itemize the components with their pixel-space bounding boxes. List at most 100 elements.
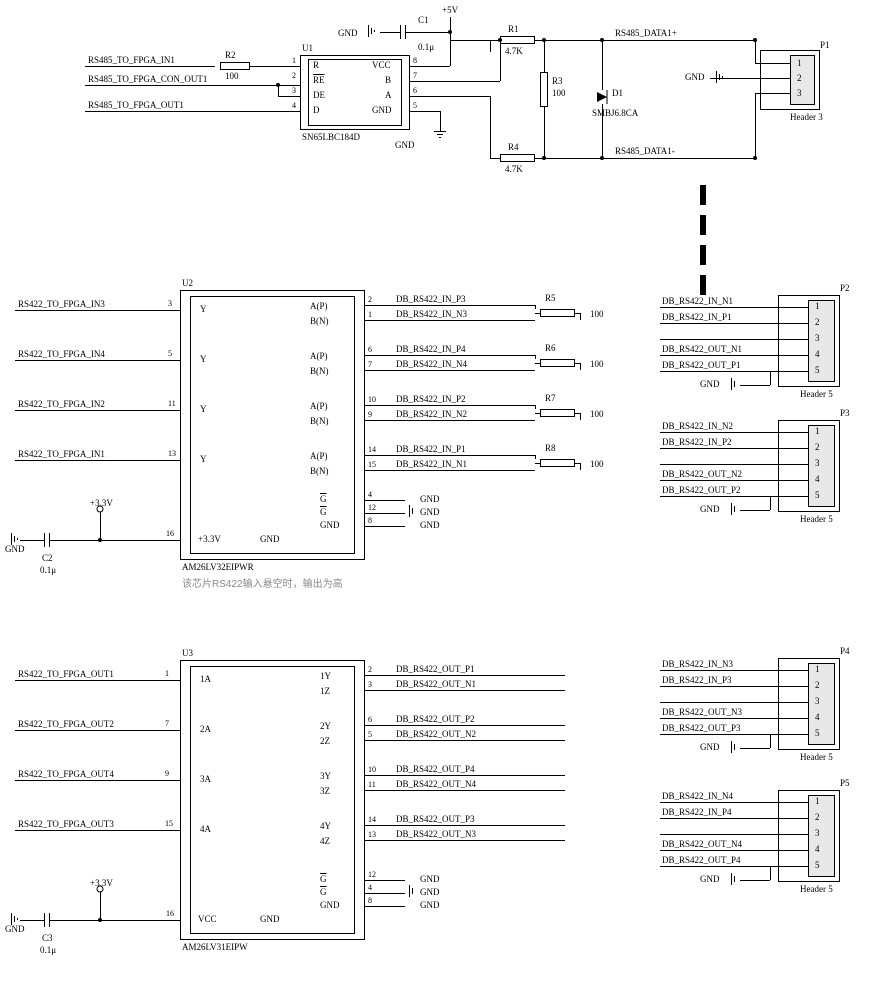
gnd-c3: GND xyxy=(5,924,25,934)
pin-number: 13 xyxy=(168,449,176,458)
header-box xyxy=(808,663,835,745)
pin-label: B(N) xyxy=(310,366,329,376)
wire xyxy=(660,464,808,465)
net-label: DB_RS422_IN_P4 xyxy=(396,344,466,354)
gnd-symbol xyxy=(731,873,741,885)
wire xyxy=(660,850,808,851)
wire xyxy=(365,790,565,791)
net-rs485-out1: RS485_TO_FPGA_OUT1 xyxy=(88,100,184,110)
gnd-symbol xyxy=(731,378,741,390)
header-pin: 3 xyxy=(815,458,820,468)
net-label: DB_RS422_IN_N3 xyxy=(396,309,467,319)
header-pin: 5 xyxy=(815,860,820,870)
wire xyxy=(660,432,808,433)
net-label: RS422_TO_FPGA_IN3 xyxy=(18,299,105,309)
resistor-r2 xyxy=(220,62,250,70)
pin-label: 4A xyxy=(200,824,211,834)
pin-number: 5 xyxy=(168,349,172,358)
header-pin: 5 xyxy=(815,365,820,375)
net-label: DB_RS422_OUT_N4 xyxy=(662,839,742,849)
net-label: GND xyxy=(420,900,440,910)
header-box xyxy=(808,795,835,877)
pin-label: B(N) xyxy=(310,466,329,476)
pin-number: 2 xyxy=(368,295,372,304)
wire xyxy=(100,540,180,541)
resistor-ref: R7 xyxy=(545,393,556,403)
header-pin: 5 xyxy=(815,728,820,738)
net-label: DB_RS422_OUT_P4 xyxy=(662,855,741,865)
junction xyxy=(448,30,452,34)
wire xyxy=(660,834,808,835)
u1-pin1-num: 1 xyxy=(292,56,296,65)
pin-label: 4Z xyxy=(320,836,330,846)
u3-vcc-label: VCC xyxy=(198,914,217,924)
gnd-symbol xyxy=(409,505,419,517)
junction xyxy=(498,38,502,42)
gnd-c2: GND xyxy=(5,544,25,554)
wire xyxy=(544,40,545,72)
wire xyxy=(50,540,100,541)
pin-number: 15 xyxy=(368,460,376,469)
wire xyxy=(660,718,808,719)
wire xyxy=(580,363,581,370)
wire xyxy=(365,320,535,321)
wire xyxy=(535,413,540,414)
header-part: Header 5 xyxy=(800,752,833,762)
wire xyxy=(740,880,770,881)
pin-number: 7 xyxy=(368,360,372,369)
pin-label: G xyxy=(320,887,327,897)
resistor xyxy=(540,459,575,467)
net-rs485-in1: RS485_TO_FPGA_IN1 xyxy=(88,55,175,65)
r2-val: 100 xyxy=(225,71,239,81)
resistor xyxy=(540,409,575,417)
header-pin: 1 xyxy=(815,796,820,806)
wire xyxy=(100,512,101,540)
u1-pin2-num: 2 xyxy=(292,71,296,80)
wire xyxy=(535,313,540,314)
wire xyxy=(85,85,300,86)
pin-number: 1 xyxy=(165,669,169,678)
u1-pin6-name: A xyxy=(385,90,392,100)
net-label: DB_RS422_IN_P3 xyxy=(396,294,466,304)
wire xyxy=(85,66,215,67)
wire xyxy=(15,780,180,781)
wire xyxy=(410,111,440,112)
net-label: DB_RS422_IN_P3 xyxy=(662,675,732,685)
pin-label: Y xyxy=(200,404,207,414)
net-label: DB_RS422_OUT_N3 xyxy=(396,829,476,839)
u1-pin3-name: DE xyxy=(313,90,325,100)
u3-pin16-num: 16 xyxy=(166,909,174,918)
net-label: RS422_TO_FPGA_IN4 xyxy=(18,349,105,359)
net-label: DB_RS422_OUT_N2 xyxy=(662,469,742,479)
wire xyxy=(740,510,770,511)
net-label: DB_RS422_IN_P2 xyxy=(396,394,466,404)
wire xyxy=(740,748,770,749)
resistor-ref: R6 xyxy=(545,343,556,353)
pin-label: G xyxy=(320,507,327,517)
gnd-symbol xyxy=(434,131,446,141)
wire xyxy=(406,32,450,33)
wire xyxy=(660,734,808,735)
wire xyxy=(660,686,808,687)
wire xyxy=(660,355,808,356)
wire xyxy=(580,313,581,320)
pin-number: 7 xyxy=(165,719,169,728)
wire xyxy=(278,96,300,97)
net-label: DB_RS422_IN_N2 xyxy=(396,409,467,419)
wire xyxy=(660,448,808,449)
pin-number: 4 xyxy=(368,883,372,892)
pin-number: 10 xyxy=(368,395,376,404)
net-label: DB_RS422_IN_P4 xyxy=(662,807,732,817)
gnd-label-top: GND xyxy=(338,28,358,38)
wire xyxy=(365,355,535,356)
wire xyxy=(740,385,770,386)
resistor-r4 xyxy=(500,154,535,162)
pin-number: 4 xyxy=(368,490,372,499)
u1-pin8-num: 8 xyxy=(413,56,417,65)
pin-label: GND xyxy=(320,900,340,910)
u1-pin2-name: RE xyxy=(313,75,325,85)
header-pin: 2 xyxy=(815,812,820,822)
net-label: DB_RS422_OUT_P2 xyxy=(396,714,475,724)
wire xyxy=(575,363,580,364)
pin-label: 3Y xyxy=(320,771,331,781)
